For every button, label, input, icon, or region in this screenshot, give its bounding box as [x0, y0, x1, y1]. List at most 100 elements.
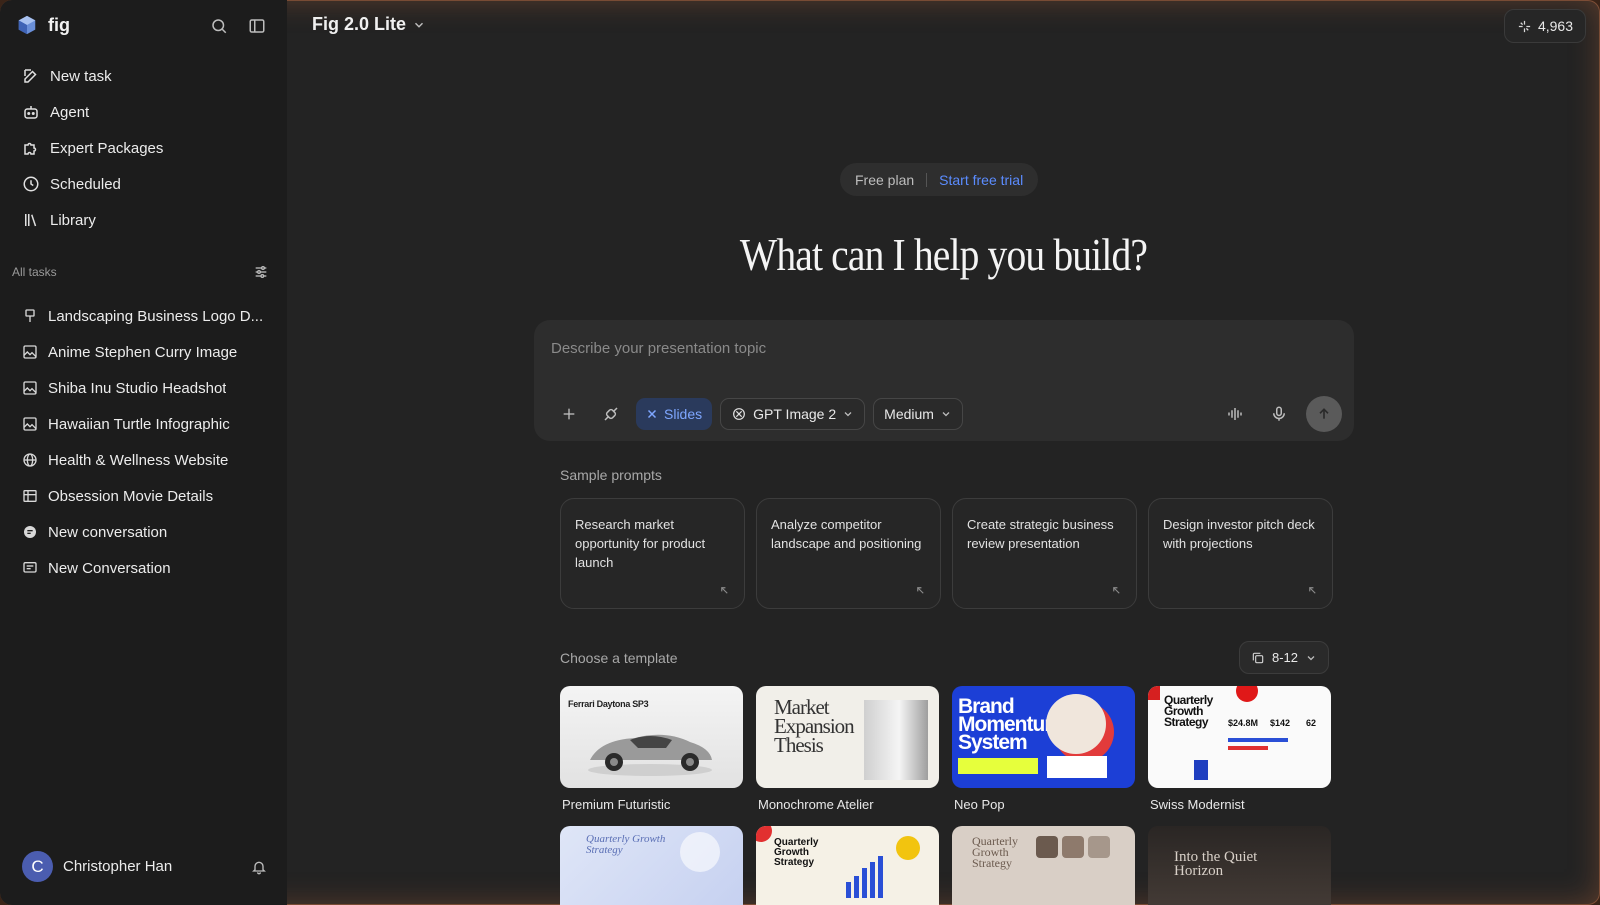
search-icon[interactable]	[209, 16, 229, 36]
template-card[interactable]: Quarterly Growth Strategy $24.8M $142 62…	[1148, 686, 1331, 812]
openai-icon	[733, 408, 746, 420]
template-card[interactable]: Quarterly Growth Strategy	[756, 826, 939, 905]
credits-button[interactable]: 4,963	[1503, 9, 1586, 43]
template-card[interactable]: Quarterly Growth Strategy	[560, 826, 743, 905]
template-thumbnail: Quarterly Growth Strategy $24.8M $142 62	[1148, 686, 1331, 788]
app-window: fig New task Agent Expert Packages Sched…	[0, 0, 1600, 905]
task-item[interactable]: Landscaping Business Logo D...	[12, 298, 275, 334]
sidebar-toggle-icon[interactable]	[247, 16, 267, 36]
bauhaus-sun	[896, 836, 920, 860]
nav-agent[interactable]: Agent	[12, 94, 275, 130]
thumb-text: Quarterly Growth Strategy	[1164, 693, 1213, 729]
earth-tile	[1088, 836, 1110, 858]
close-icon[interactable]	[646, 408, 658, 420]
waveform-icon[interactable]	[1218, 397, 1252, 431]
prompt-card[interactable]: Create strategic business review present…	[952, 498, 1137, 609]
chat-icon	[24, 526, 36, 538]
sparkle-icon	[1518, 20, 1531, 32]
template-label: Monochrome Atelier	[758, 797, 874, 812]
send-button[interactable]	[1306, 396, 1342, 432]
task-item[interactable]: Anime Stephen Curry Image	[12, 334, 275, 370]
image-model-select[interactable]: GPT Image 2	[720, 398, 866, 430]
template-thumbnail: Into the Quiet Horizon	[1148, 826, 1331, 905]
main-nav: New task Agent Expert Packages Scheduled…	[12, 58, 275, 238]
task-label: New Conversation	[48, 559, 171, 577]
pop-block	[958, 758, 1038, 774]
nav-expert-packages[interactable]: Expert Packages	[12, 130, 275, 166]
pop-chart	[1047, 756, 1107, 778]
chevron-down-icon	[415, 22, 424, 28]
earth-tile	[1036, 836, 1058, 858]
template-thumbnail: Quarterly Growth Strategy	[952, 826, 1135, 905]
task-item[interactable]: Shiba Inu Studio Headshot	[12, 370, 275, 406]
user-profile[interactable]: C Christopher Han	[22, 851, 267, 882]
copy-icon	[1252, 652, 1264, 663]
sample-prompts: Research market opportunity for product …	[560, 498, 1333, 609]
puzzle-icon	[24, 142, 37, 155]
clock-icon	[23, 176, 39, 192]
swiss-accent	[1148, 686, 1160, 700]
task-label: Obsession Movie Details	[48, 487, 214, 505]
prompt-input[interactable]	[551, 340, 1251, 357]
thumb-text: Quarterly Growth Strategy	[586, 833, 666, 856]
nav-new-task[interactable]: New task	[12, 58, 275, 94]
slide-count-select[interactable]: 8-12	[1239, 641, 1330, 674]
brush-icon	[25, 309, 35, 322]
microphone-icon[interactable]	[1262, 397, 1296, 431]
nav-label: Expert Packages	[50, 139, 164, 157]
template-card[interactable]: Brand Momentum System Neo Pop	[952, 686, 1135, 812]
prompt-text: Create strategic business review present…	[967, 517, 1114, 551]
nav-label: Agent	[50, 103, 90, 121]
template-card[interactable]: Ferrari Daytona SP3 Premium Futuristic	[560, 686, 743, 812]
nav-scheduled[interactable]: Scheduled	[12, 166, 275, 202]
start-trial-link[interactable]: Start free trial	[939, 172, 1023, 188]
nav-label: Library	[50, 211, 96, 229]
swiss-dot	[1236, 686, 1258, 702]
connector-icon[interactable]	[594, 397, 628, 431]
template-card[interactable]: Quarterly Growth Strategy	[952, 826, 1135, 905]
prompt-card[interactable]: Research market opportunity for product …	[560, 498, 745, 609]
image-icon	[23, 417, 37, 431]
thumb-text: Quarterly Growth Strategy	[972, 834, 1018, 870]
task-item[interactable]: Hawaiian Turtle Infographic	[12, 406, 275, 442]
nav-library[interactable]: Library	[12, 202, 275, 238]
bauhaus-dot	[756, 826, 772, 842]
fig-logo-icon	[18, 15, 36, 35]
composer: Slides GPT Image 2 Medium	[534, 320, 1354, 441]
brand[interactable]: fig	[16, 14, 70, 36]
slides-chip[interactable]: Slides	[636, 398, 713, 430]
task-item[interactable]: Health & Wellness Website	[12, 442, 275, 478]
quality-select[interactable]: Medium	[873, 398, 963, 430]
film-icon	[23, 490, 37, 502]
chevron-down-icon	[942, 412, 950, 417]
template-label: Neo Pop	[954, 797, 1005, 812]
swiss-bar	[1228, 738, 1288, 742]
prompt-card[interactable]: Analyze competitor landscape and positio…	[756, 498, 941, 609]
template-label: Premium Futuristic	[562, 797, 671, 812]
swiss-bar	[1228, 746, 1268, 750]
template-label: Swiss Modernist	[1150, 797, 1245, 812]
arrow-up-left-icon	[721, 587, 728, 594]
filter-icon[interactable]	[253, 264, 269, 280]
task-label: New conversation	[48, 523, 168, 541]
add-icon[interactable]	[552, 397, 586, 431]
model-switcher[interactable]: Fig 2.0 Lite	[312, 14, 426, 35]
template-card[interactable]: Into the Quiet Horizon	[1148, 826, 1331, 905]
task-label: Shiba Inu Studio Headshot	[48, 379, 227, 397]
arrow-up-left-icon	[1113, 587, 1120, 594]
swiss-block	[1194, 760, 1208, 780]
task-item[interactable]: Obsession Movie Details	[12, 478, 275, 514]
prompt-text: Research market opportunity for product …	[575, 517, 706, 570]
prompt-card[interactable]: Design investor pitch deck with projecti…	[1148, 498, 1333, 609]
plan-pill: Free plan Start free trial	[840, 163, 1039, 196]
architecture-photo	[864, 700, 928, 780]
task-list: Landscaping Business Logo D... Anime Ste…	[12, 298, 275, 586]
slides-chip-label: Slides	[664, 406, 703, 422]
task-item[interactable]: New conversation	[12, 514, 275, 550]
template-card[interactable]: Market Expansion Thesis Monochrome Ateli…	[756, 686, 939, 812]
prompt-text: Analyze competitor landscape and positio…	[771, 517, 922, 551]
bell-icon[interactable]	[251, 859, 267, 875]
slide-count-label: 8-12	[1272, 650, 1299, 665]
task-item[interactable]: New Conversation	[12, 550, 275, 586]
templates-title: Choose a template	[560, 650, 678, 666]
